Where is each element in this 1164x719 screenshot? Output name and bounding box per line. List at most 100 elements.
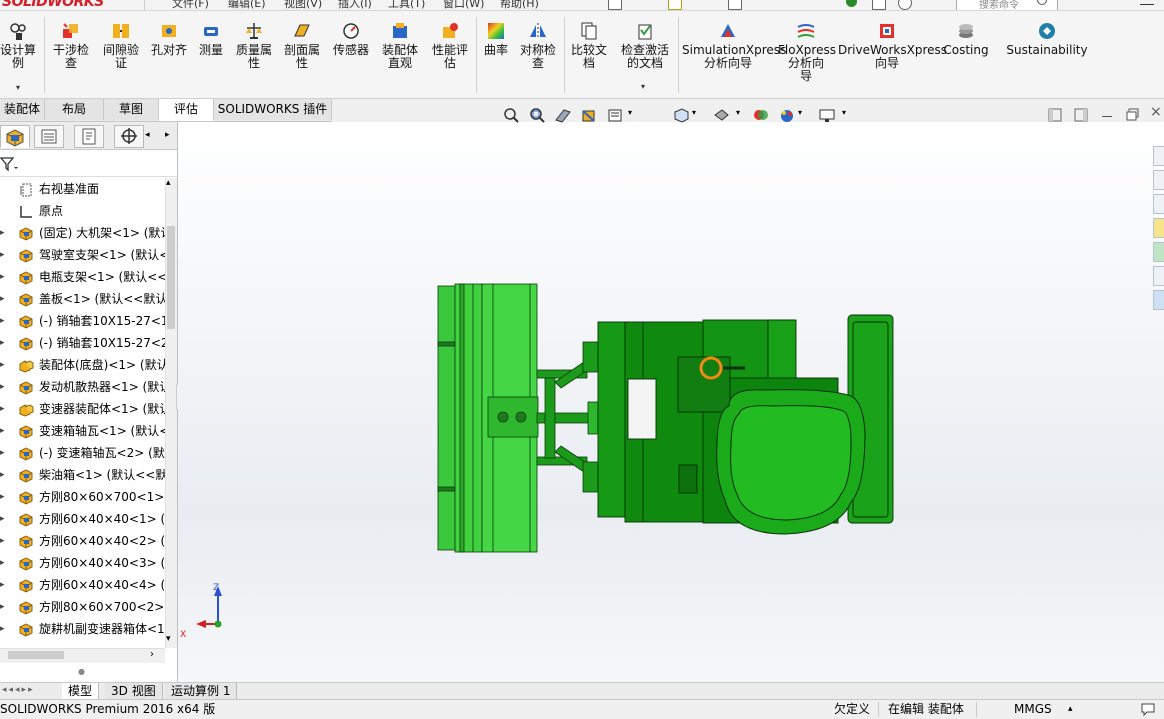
tree-item[interactable]: ▸ 变速器装配体<1> (默认 (0, 398, 165, 420)
appearances-icon[interactable] (1153, 242, 1164, 262)
expand-arrow-icon[interactable]: ▸ (0, 552, 8, 574)
expand-arrow-icon[interactable]: ▸ (0, 618, 8, 640)
tree-item[interactable]: ▸ 方刚60×40×40<4> (默 (0, 574, 165, 596)
rebuild-icon[interactable] (846, 0, 857, 7)
menu-tools[interactable]: 工具(T) (388, 0, 425, 10)
search-icon[interactable] (1037, 0, 1047, 5)
file-explorer-icon[interactable] (1153, 194, 1164, 214)
design-study-button[interactable]: 设计算 例 (0, 21, 42, 70)
open-folder-icon[interactable] (668, 0, 682, 10)
tree-item[interactable]: ▸ (固定) 大机架<1> (默认 (0, 222, 165, 244)
tree-item[interactable]: ▸ 电瓶支架<1> (默认<< (0, 266, 165, 288)
chevron-down-icon[interactable]: ▾ (641, 82, 645, 91)
tab-solidworks-addins[interactable]: SOLIDWORKS 插件 (214, 99, 332, 120)
chevron-right-icon[interactable]: ▸ (165, 130, 170, 140)
panel-grip-icon[interactable]: ● (78, 667, 85, 676)
expand-arrow-icon[interactable]: ▸ (0, 420, 8, 442)
sustainability-button[interactable]: Sustainability (1004, 21, 1090, 57)
expand-arrow-icon[interactable]: ▸ (0, 288, 8, 310)
hole-alignment-button[interactable]: 孔对齐 (148, 21, 190, 57)
tree-item[interactable]: ▸ 柴油箱<1> (默认<<默 (0, 464, 165, 486)
section-properties-button[interactable]: 剖面属 性 (280, 21, 324, 70)
tab-evaluate[interactable]: 评估 (159, 99, 214, 121)
expand-arrow-icon[interactable]: ▸ (0, 442, 8, 464)
tree-item[interactable]: ▸ 方刚80×60×700<2> ( (0, 596, 165, 618)
tree-item[interactable]: ▸ 方刚60×40×40<3> (默 (0, 552, 165, 574)
scroll-right-icon[interactable]: › (150, 649, 154, 660)
tree-item[interactable]: ▸ 驾驶室支架<1> (默认< (0, 244, 165, 266)
close-icon[interactable]: × (1150, 104, 1162, 120)
expand-arrow-icon[interactable]: ▸ (0, 244, 8, 266)
expand-arrow-icon[interactable]: ▸ (0, 530, 8, 552)
search-input[interactable]: 搜索命令 (956, 0, 1058, 10)
assemblyxpert-button[interactable]: 装配体 直观 (378, 21, 422, 70)
chevron-down-icon[interactable]: ▾ (692, 108, 696, 117)
tab-layout[interactable]: 布局 (45, 99, 104, 120)
dimxpertmanager-tab[interactable] (114, 125, 144, 148)
tab-sketch[interactable]: 草图 (104, 99, 159, 120)
expand-arrow-icon[interactable]: ▸ (0, 354, 8, 376)
tree-item[interactable]: ▸ (-) 变速箱轴瓦<2> (默 (0, 442, 165, 464)
menu-insert[interactable]: 插入(I) (338, 0, 372, 10)
driveworksxpress-button[interactable]: DriveWorksXpress 向导 (838, 21, 947, 70)
select-pointer-icon[interactable] (800, 0, 812, 8)
chevron-left-icon[interactable]: ◂ (145, 130, 150, 140)
section-view-icon[interactable] (580, 107, 598, 123)
tree-item[interactable]: ▸ 变速箱轴瓦<1> (默认< (0, 420, 165, 442)
tree-filter-row[interactable] (0, 150, 177, 177)
tab-assembly[interactable]: 装配体 (0, 99, 45, 120)
restore-icon[interactable] (1126, 108, 1140, 122)
sensor-button[interactable]: 传感器 (328, 21, 374, 57)
hide-show-items-icon[interactable] (752, 107, 770, 123)
measure-button[interactable]: 测量 (194, 21, 228, 57)
tree-scroll-thumb[interactable] (167, 226, 175, 329)
expand-arrow-icon[interactable]: ▸ (0, 310, 8, 332)
interference-check-button[interactable]: 干涉检 查 (48, 21, 94, 70)
tree-item[interactable]: ▸ 装配体(底盘)<1> (默认 (0, 354, 165, 376)
mass-properties-button[interactable]: 质量属 性 (232, 21, 276, 70)
expand-arrow-icon[interactable]: ▸ (0, 376, 8, 398)
tree-item[interactable]: ▸ (-) 销轴套10X15-27<2 (0, 332, 165, 354)
panel-right-icon[interactable] (1074, 108, 1088, 122)
chevron-down-icon[interactable]: ▾ (798, 108, 802, 117)
tree-item[interactable]: ▸ 方刚60×40×40<2> (默 (0, 530, 165, 552)
tree-item[interactable]: ▸ 盖板<1> (默认<<默认 (0, 288, 165, 310)
previous-view-icon[interactable] (554, 107, 572, 123)
expand-arrow-icon[interactable]: ▸ (0, 266, 8, 288)
expand-arrow-icon[interactable]: ▸ (0, 486, 8, 508)
tab-scroll-arrows[interactable]: ◂◂◂▸▸ (2, 685, 35, 695)
tab-motion-study-1[interactable]: 运动算例 1 (165, 683, 238, 699)
display-style-icon[interactable] (712, 107, 730, 123)
view-settings-icon[interactable] (818, 107, 836, 123)
costing-button[interactable]: Costing (940, 21, 992, 57)
graphics-area[interactable]: Z X (178, 122, 1164, 682)
compare-documents-button[interactable]: 比较文 档 (567, 21, 611, 70)
propertymanager-tab[interactable] (34, 125, 64, 148)
expand-arrow-icon[interactable]: ▸ (0, 332, 8, 354)
zoom-area-icon[interactable] (528, 107, 546, 123)
options-gear-icon[interactable] (898, 0, 912, 10)
menu-help[interactable]: 帮助(H) (500, 0, 539, 10)
curvature-button[interactable]: 曲率 (479, 21, 513, 57)
edit-appearance-icon[interactable] (778, 107, 796, 123)
configurationmanager-tab[interactable] (74, 125, 104, 148)
expand-arrow-icon[interactable]: ▸ (0, 596, 8, 618)
performance-evaluation-button[interactable]: 性能评 估 (428, 21, 472, 70)
chevron-down-icon[interactable]: ▾ (842, 108, 846, 117)
chevron-down-icon[interactable]: ▾ (628, 108, 632, 117)
check-active-document-button[interactable]: 检查激活 的文档 (614, 21, 676, 70)
tree-item[interactable]: ▸ 方刚60×40×40<1> (默 (0, 508, 165, 530)
custom-properties-icon[interactable] (1153, 266, 1164, 286)
file-properties-icon[interactable] (872, 0, 886, 10)
tractor-assembly-model[interactable] (433, 282, 903, 554)
expand-arrow-icon[interactable]: ▸ (0, 508, 8, 530)
dynamic-annotation-icon[interactable] (606, 107, 624, 123)
chevron-down-icon[interactable]: ▾ (16, 83, 20, 92)
forum-icon[interactable] (1153, 290, 1164, 310)
tree-item[interactable]: 右视基准面 (0, 178, 165, 200)
new-document-icon[interactable] (608, 0, 622, 10)
menu-file[interactable]: 文件(F) (172, 0, 209, 10)
menu-window[interactable]: 窗口(W) (443, 0, 484, 10)
tree-item[interactable]: ▸ (-) 销轴套10X15-27<1 (0, 310, 165, 332)
tab-model[interactable]: 模型 (62, 683, 100, 699)
